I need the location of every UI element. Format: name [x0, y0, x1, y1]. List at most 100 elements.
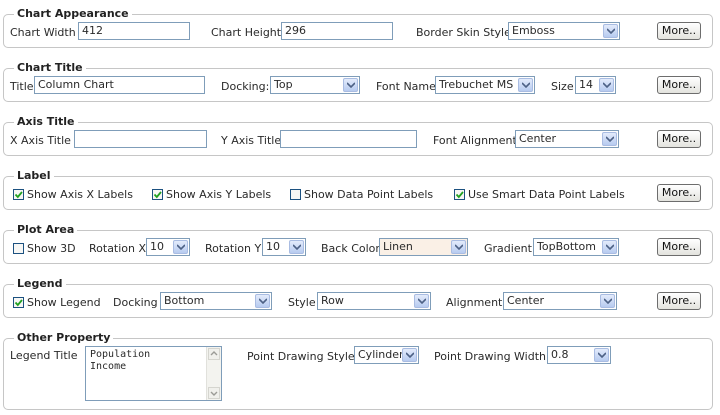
chevron-down-icon [518, 78, 533, 92]
y-axis-title-input[interactable] [280, 130, 417, 148]
size-value: 14 [579, 78, 593, 91]
border-skin-value: Emboss [512, 24, 555, 37]
check-icon [14, 191, 23, 199]
chart-title-more-button[interactable]: More.. [657, 76, 701, 94]
alignment-label: Alignment [446, 296, 503, 309]
plot-area-more-button[interactable]: More.. [657, 238, 701, 256]
show-data-point-label: Show Data Point Labels [304, 188, 434, 201]
x-axis-title-label: X Axis Title [10, 134, 71, 147]
font-name-select[interactable]: Trebuchet MS [435, 76, 535, 94]
point-width-label: Point Drawing Width [434, 350, 547, 363]
point-width-value: 0.8 [551, 348, 569, 361]
back-color-value: Linen [383, 240, 413, 253]
back-color-label: Back Color [321, 242, 380, 255]
label-legend: Label [14, 169, 54, 183]
chevron-down-icon [402, 348, 417, 362]
plot-area-legend: Plot Area [14, 223, 78, 237]
chart-height-label: Chart Height [211, 26, 282, 39]
legend-docking-label: Docking [113, 296, 158, 309]
font-name-value: Trebuchet MS [439, 78, 514, 91]
title-docking-label: Docking: [221, 80, 270, 93]
chevron-down-icon [451, 240, 466, 254]
back-color-select[interactable]: Linen [379, 238, 468, 256]
font-alignment-label: Font Alignment [433, 134, 517, 147]
font-name-label: Font Name [376, 80, 436, 93]
chevron-down-icon [599, 78, 614, 92]
axis-title-group: Axis Title X Axis Title Y Axis Title Fon… [3, 115, 713, 156]
gradient-select[interactable]: TopBottom [533, 238, 619, 256]
chart-width-label: Chart Width [10, 26, 76, 39]
scroll-up-icon[interactable] [208, 348, 220, 360]
gradient-value: TopBottom [537, 240, 596, 253]
size-label: Size [551, 80, 574, 93]
smart-labels-checkbox[interactable] [454, 189, 465, 200]
alignment-value: Center [507, 294, 545, 307]
show-legend-checkbox[interactable] [13, 297, 24, 308]
chevron-down-icon [602, 132, 617, 146]
label-group: Label Show Axis X Labels Show Axis Y Lab… [3, 169, 713, 210]
point-style-label: Point Drawing Style [247, 350, 355, 363]
axis-title-legend: Axis Title [14, 115, 78, 129]
gradient-label: Gradient [484, 242, 532, 255]
rotation-x-label: Rotation X [89, 242, 147, 255]
check-icon [455, 191, 464, 199]
show-legend-label: Show Legend [27, 296, 101, 309]
show-axis-y-label: Show Axis Y Labels [166, 188, 272, 201]
legend-section-legend: Legend [14, 277, 66, 291]
rotation-y-label: Rotation Y [205, 242, 262, 255]
chevron-down-icon [414, 294, 429, 308]
rotation-y-select[interactable]: 10 [262, 238, 306, 256]
show-data-point-checkbox[interactable] [290, 189, 301, 200]
legend-title-line: Income [90, 361, 127, 372]
check-icon [14, 299, 23, 307]
legend-title-label: Legend Title [10, 349, 78, 362]
show-axis-y-checkbox[interactable] [152, 189, 163, 200]
plot-area-group: Plot Area Show 3D Rotation X 10 Rotation… [3, 223, 713, 264]
chevron-down-icon [600, 294, 615, 308]
label-more-button[interactable]: More.. [657, 184, 701, 202]
check-icon [153, 191, 162, 199]
chevron-down-icon [594, 348, 609, 362]
point-style-value: Cylinder [358, 348, 404, 361]
show-3d-checkbox[interactable] [13, 243, 24, 254]
rotation-x-value: 10 [150, 240, 164, 253]
legend-title-line: Population [90, 349, 151, 360]
font-alignment-select[interactable]: Center [515, 130, 619, 148]
style-value: Row [321, 294, 344, 307]
textarea-scrollbar[interactable] [206, 347, 221, 400]
chevron-down-icon [343, 78, 358, 92]
point-width-select[interactable]: 0.8 [547, 346, 611, 364]
title-docking-select[interactable]: Top [270, 76, 360, 94]
point-style-select[interactable]: Cylinder [354, 346, 419, 364]
title-docking-value: Top [274, 78, 293, 91]
chart-title-legend: Chart Title [14, 61, 86, 75]
legend-docking-value: Bottom [164, 294, 205, 307]
show-axis-x-checkbox[interactable] [13, 189, 24, 200]
font-alignment-value: Center [519, 132, 557, 145]
legend-docking-select[interactable]: Bottom [160, 292, 272, 310]
other-property-group: Other Property Legend Title Population I… [3, 331, 713, 410]
chart-height-input[interactable]: 296 [281, 22, 393, 40]
chart-title-group: Chart Title Title Column Chart Docking: … [3, 61, 713, 102]
style-select[interactable]: Row [317, 292, 431, 310]
chevron-down-icon [603, 24, 618, 38]
alignment-select[interactable]: Center [503, 292, 617, 310]
title-input[interactable]: Column Chart [34, 76, 205, 94]
chart-appearance-legend: Chart Appearance [14, 7, 132, 21]
scroll-down-icon[interactable] [208, 387, 220, 399]
x-axis-title-input[interactable] [74, 130, 207, 148]
legend-more-button[interactable]: More.. [657, 292, 701, 310]
y-axis-title-label: Y Axis Title [221, 134, 282, 147]
chart-width-input[interactable]: 412 [78, 22, 190, 40]
legend-group: Legend Show Legend Docking Bottom Style … [3, 277, 713, 318]
chevron-down-icon [173, 240, 188, 254]
title-label: Title [10, 80, 34, 93]
size-select[interactable]: 14 [575, 76, 616, 94]
legend-title-textarea[interactable]: Population Income [85, 346, 222, 401]
border-skin-select[interactable]: Emboss [508, 22, 620, 40]
chevron-down-icon [602, 240, 617, 254]
rotation-x-select[interactable]: 10 [146, 238, 190, 256]
axis-title-more-button[interactable]: More.. [657, 130, 701, 148]
other-property-legend: Other Property [14, 331, 114, 345]
chart-appearance-more-button[interactable]: More.. [657, 22, 701, 40]
